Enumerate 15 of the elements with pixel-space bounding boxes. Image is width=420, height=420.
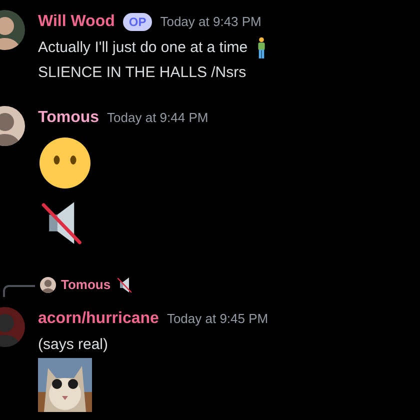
timestamp: Today at 9:44 PM [107, 109, 208, 128]
author-name[interactable]: Tomous [38, 106, 100, 130]
face-without-mouth-icon [38, 136, 92, 190]
reply-author[interactable]: Tomous [61, 275, 111, 295]
message-text: SLIENCE IN THE HALLS /Nsrs [38, 63, 246, 83]
message-text: (says real) [38, 335, 108, 355]
muted-speaker-icon [116, 276, 134, 294]
timestamp: Today at 9:43 PM [160, 13, 262, 32]
standing-person-icon [256, 37, 267, 59]
timestamp: Today at 9:45 PM [166, 310, 268, 328]
message-text: Actually I'll just do one at a time [38, 38, 248, 58]
op-badge: OP [122, 13, 152, 31]
author-name[interactable]: Will Wood [38, 10, 115, 34]
reply-connector [3, 285, 35, 297]
author-name[interactable]: acorn/hurricane [38, 307, 159, 331]
